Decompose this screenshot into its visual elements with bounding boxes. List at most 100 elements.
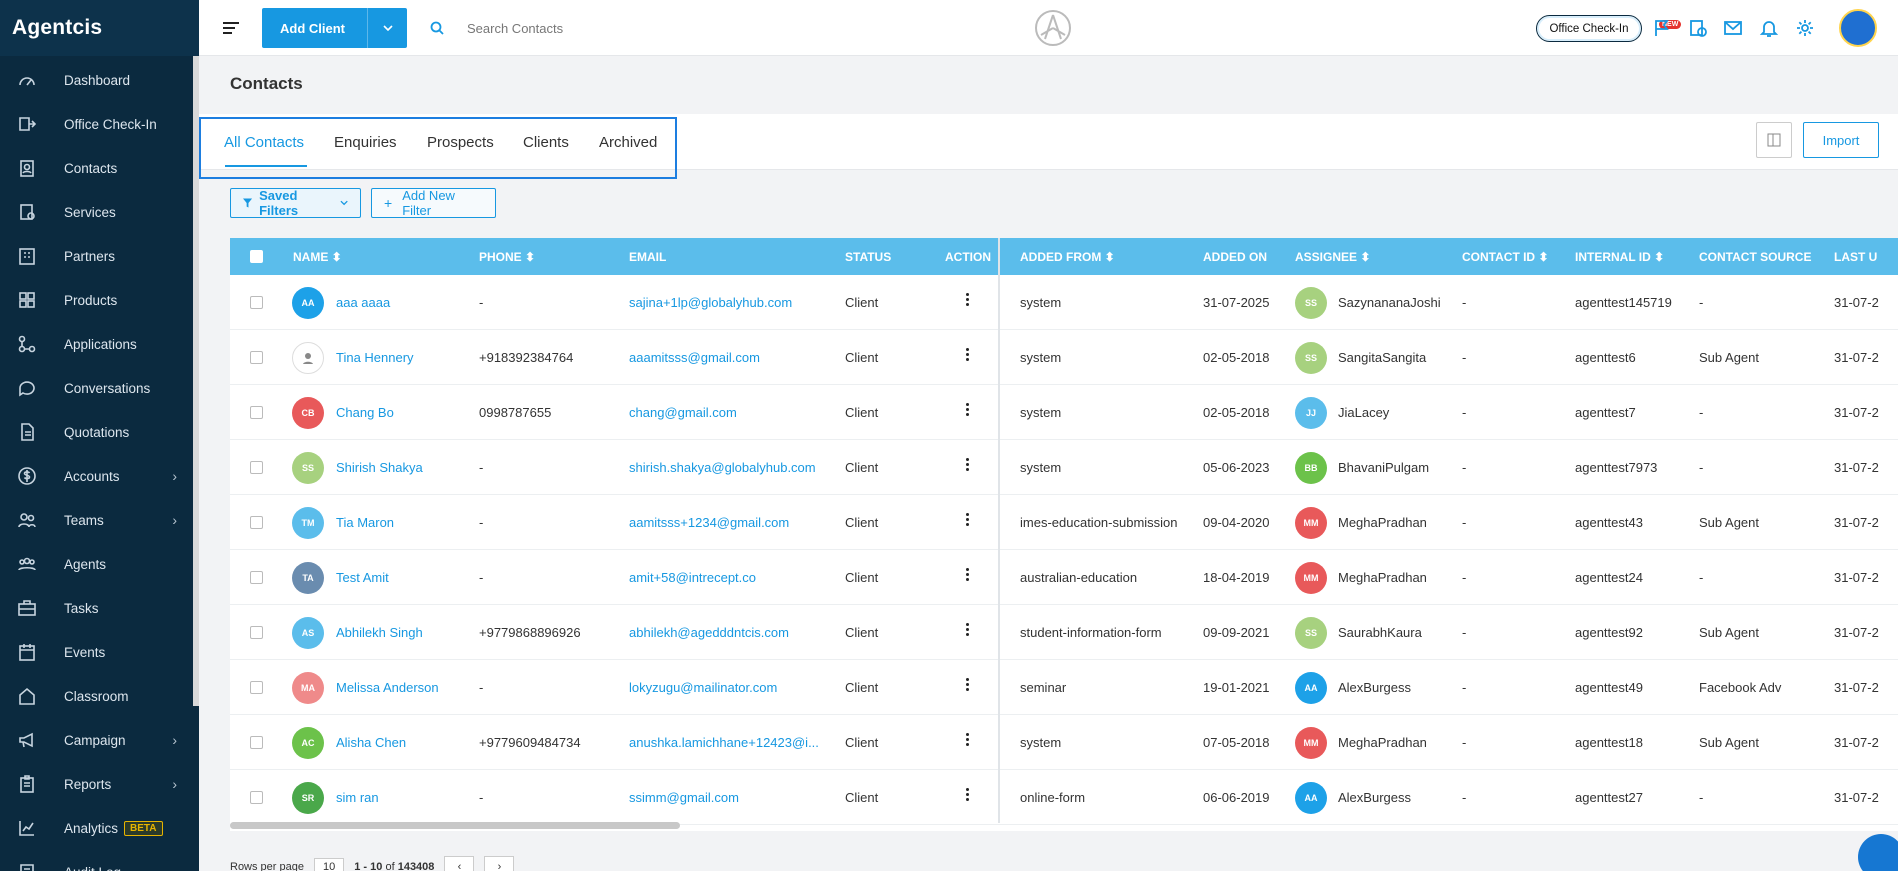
col-internal-id[interactable]: INTERNAL ID ⬍	[1575, 250, 1664, 264]
sidebar-item-campaign[interactable]: Campaign ›	[0, 718, 199, 762]
row-checkbox[interactable]	[250, 571, 263, 584]
table-row[interactable]: AA aaa aaaa - sajina+1lp@globalyhub.com Clie…	[230, 275, 1898, 330]
tab-clients[interactable]: Clients	[523, 134, 569, 151]
contact-name-link[interactable]: Alisha Chen	[336, 735, 476, 750]
sidebar-item-teams[interactable]: Teams ›	[0, 498, 199, 542]
tab-all-contacts[interactable]: All Contacts	[224, 134, 304, 151]
flag-icon[interactable]	[1652, 18, 1672, 38]
contact-name-link[interactable]: Tia Maron	[336, 515, 476, 530]
sidebar-item-audit-log[interactable]: Audit Log	[0, 850, 199, 871]
contact-email-link[interactable]: chang@gmail.com	[629, 405, 829, 420]
chevron-right-icon[interactable]: ›	[172, 512, 177, 528]
row-checkbox[interactable]	[250, 461, 263, 474]
contact-name-link[interactable]: Chang Bo	[336, 405, 476, 420]
saved-filters-button[interactable]: Saved Filters	[230, 188, 361, 218]
sidebar-item-reports[interactable]: Reports ›	[0, 762, 199, 806]
col-last-updated[interactable]: LAST U	[1834, 250, 1877, 264]
table-row[interactable]: SR sim ran - ssimm@gmail.com Client online-fo…	[230, 770, 1898, 825]
sidebar-item-tasks[interactable]: Tasks	[0, 586, 199, 630]
row-checkbox[interactable]	[250, 296, 263, 309]
more-actions-icon[interactable]	[966, 348, 970, 363]
tab-prospects[interactable]: Prospects	[427, 134, 494, 151]
col-status[interactable]: STATUS	[845, 250, 891, 264]
table-row[interactable]: CB Chang Bo 0998787655 chang@gmail.com Clien…	[230, 385, 1898, 440]
contact-name-link[interactable]: Abhilekh Singh	[336, 625, 476, 640]
col-contact-source[interactable]: CONTACT SOURCE	[1699, 250, 1811, 264]
rows-per-page-select[interactable]: 10	[314, 858, 345, 871]
search-input[interactable]	[467, 16, 727, 40]
add-new-filter-button[interactable]: + Add New Filter	[371, 188, 496, 218]
table-row[interactable]: Tina Hennery +918392384764 aaamitsss@gmail…	[230, 330, 1898, 385]
sidebar-item-contacts[interactable]: Contacts	[0, 146, 199, 190]
col-email[interactable]: EMAIL	[629, 250, 666, 264]
more-actions-icon[interactable]	[966, 513, 970, 528]
sidebar-item-applications[interactable]: Applications	[0, 322, 199, 366]
transfer-icon[interactable]	[1688, 18, 1708, 38]
tab-enquiries[interactable]: Enquiries	[334, 134, 397, 151]
sidebar-item-partners[interactable]: Partners	[0, 234, 199, 278]
col-assignee[interactable]: ASSIGNEE ⬍	[1295, 250, 1370, 264]
chevron-down-icon[interactable]	[367, 8, 407, 48]
row-checkbox[interactable]	[250, 626, 263, 639]
user-avatar[interactable]	[1839, 9, 1877, 47]
sidebar-item-classroom[interactable]: Classroom	[0, 674, 199, 718]
row-checkbox[interactable]	[250, 351, 263, 364]
bell-icon[interactable]	[1759, 18, 1779, 38]
row-checkbox[interactable]	[250, 736, 263, 749]
chat-widget-button[interactable]	[1858, 834, 1898, 871]
sidebar-item-conversations[interactable]: Conversations	[0, 366, 199, 410]
more-actions-icon[interactable]	[966, 293, 970, 308]
next-page-button[interactable]: ›	[484, 856, 515, 871]
office-checkin-button[interactable]: Office Check-In	[1536, 15, 1642, 42]
sidebar-item-dashboard[interactable]: Dashboard	[0, 58, 199, 102]
table-row[interactable]: MA Melissa Anderson - lokyzugu@mailinator.c…	[230, 660, 1898, 715]
search-icon[interactable]	[430, 21, 444, 38]
contact-email-link[interactable]: abhilekh@agedddntcis.com	[629, 625, 829, 640]
gear-icon[interactable]	[1795, 18, 1815, 38]
select-all-checkbox[interactable]	[250, 250, 263, 263]
row-checkbox[interactable]	[250, 406, 263, 419]
row-checkbox[interactable]	[250, 516, 263, 529]
sidebar-item-office-check-in[interactable]: Office Check-In	[0, 102, 199, 146]
contact-email-link[interactable]: amit+58@intrecept.co	[629, 570, 829, 585]
sidebar-item-services[interactable]: Services	[0, 190, 199, 234]
add-client-button[interactable]: Add Client	[262, 8, 407, 48]
contact-name-link[interactable]: aaa aaaa	[336, 295, 476, 310]
more-actions-icon[interactable]	[966, 623, 970, 638]
chevron-right-icon[interactable]: ›	[172, 776, 177, 792]
prev-page-button[interactable]: ‹	[444, 856, 475, 871]
contact-name-link[interactable]: Melissa Anderson	[336, 680, 476, 695]
more-actions-icon[interactable]	[966, 678, 970, 693]
col-name[interactable]: NAME ⬍	[293, 250, 342, 264]
sidebar-item-products[interactable]: Products	[0, 278, 199, 322]
contact-name-link[interactable]: Test Amit	[336, 570, 476, 585]
contact-email-link[interactable]: ssimm@gmail.com	[629, 790, 829, 805]
contact-name-link[interactable]: Tina Hennery	[336, 350, 476, 365]
contact-email-link[interactable]: sajina+1lp@globalyhub.com	[629, 295, 829, 310]
table-row[interactable]: TA Test Amit - amit+58@intrecept.co Client au…	[230, 550, 1898, 605]
col-added-on[interactable]: ADDED ON	[1203, 250, 1267, 264]
chevron-right-icon[interactable]: ›	[172, 732, 177, 748]
import-button[interactable]: Import	[1803, 122, 1879, 158]
sidebar-item-events[interactable]: Events	[0, 630, 199, 674]
row-checkbox[interactable]	[250, 791, 263, 804]
col-phone[interactable]: PHONE ⬍	[479, 250, 535, 264]
menu-toggle-icon[interactable]	[223, 22, 239, 37]
column-layout-button[interactable]	[1756, 122, 1792, 158]
tab-archived[interactable]: Archived	[599, 134, 657, 151]
horizontal-scrollbar[interactable]	[230, 822, 680, 829]
contact-name-link[interactable]: sim ran	[336, 790, 476, 805]
col-contact-id[interactable]: CONTACT ID ⬍	[1462, 250, 1549, 264]
more-actions-icon[interactable]	[966, 458, 970, 473]
contact-email-link[interactable]: anushka.lamichhane+12423@i...	[629, 735, 829, 750]
contact-email-link[interactable]: aamitsss+1234@gmail.com	[629, 515, 829, 530]
more-actions-icon[interactable]	[966, 733, 970, 748]
table-row[interactable]: AS Abhilekh Singh +9779868896926 abhilekh@a…	[230, 605, 1898, 660]
more-actions-icon[interactable]	[966, 403, 970, 418]
sidebar-item-quotations[interactable]: Quotations	[0, 410, 199, 454]
sidebar-item-accounts[interactable]: Accounts ›	[0, 454, 199, 498]
mail-icon[interactable]	[1723, 18, 1743, 38]
table-row[interactable]: AC Alisha Chen +9779609484734 anushka.lamic…	[230, 715, 1898, 770]
contact-email-link[interactable]: shirish.shakya@globalyhub.com	[629, 460, 829, 475]
table-row[interactable]: SS Shirish Shakya - shirish.shakya@globalyh…	[230, 440, 1898, 495]
